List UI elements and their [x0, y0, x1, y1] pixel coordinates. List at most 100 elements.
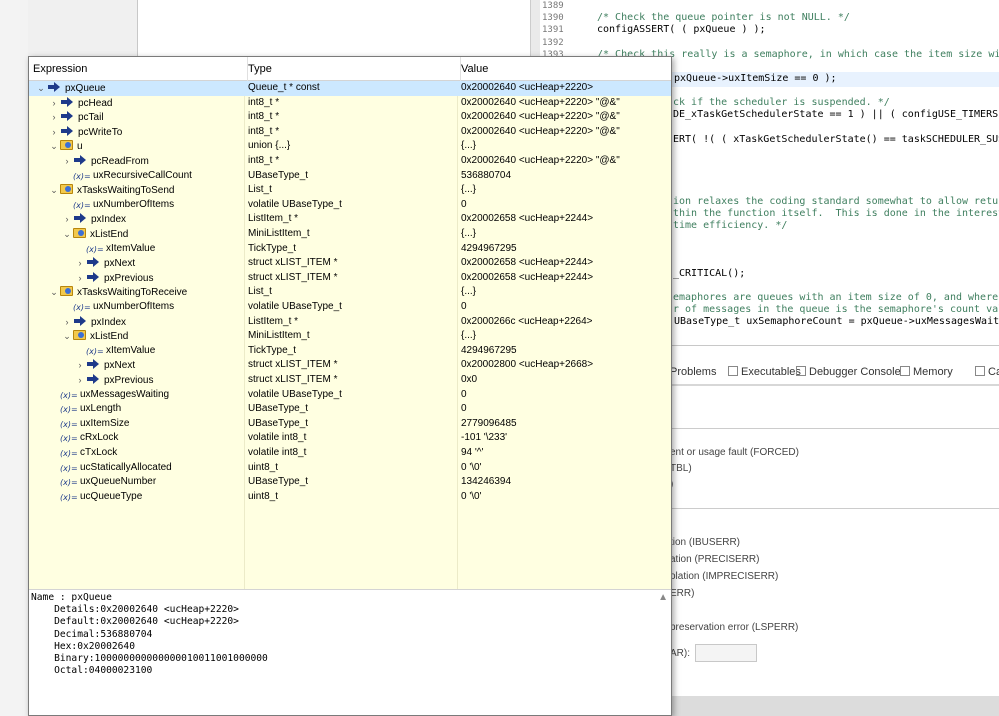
- chevron-down-icon[interactable]: ⌄: [48, 183, 60, 198]
- chevron-down-icon[interactable]: ⌄: [48, 285, 60, 300]
- expression-cell: (x)= cTxLock: [48, 446, 245, 461]
- pane-divider[interactable]: [530, 0, 540, 56]
- tree-row[interactable]: (x)= ucStaticallyAllocated uint8_t 0 '\0': [29, 461, 671, 476]
- expression-cell: (x)= ucStaticallyAllocated: [48, 461, 245, 476]
- tree-row[interactable]: (x)= xItemValue TickType_t 4294967295: [29, 344, 671, 359]
- value-cell[interactable]: 0: [461, 388, 671, 403]
- value-cell[interactable]: 0x2000266c <ucHeap+2264>: [461, 315, 671, 330]
- tree-row[interactable]: › pxPrevious struct xLIST_ITEM * 0x0: [29, 373, 671, 388]
- value-cell[interactable]: 0x20002658 <ucHeap+2244>: [461, 271, 671, 286]
- expression-tree[interactable]: ⌄ pxQueue Queue_t * const 0x20002640 <ucHea…: [29, 81, 671, 589]
- type-cell: struct xLIST_ITEM *: [248, 374, 338, 385]
- chevron-right-icon[interactable]: ›: [61, 154, 73, 169]
- tree-row[interactable]: (x)= uxNumberOfItems volatile UBaseType_t 0: [29, 300, 671, 315]
- value-cell[interactable]: {...}: [461, 139, 671, 154]
- value-cell[interactable]: 0: [461, 300, 671, 315]
- tree-row[interactable]: ⌄ pxQueue Queue_t * const 0x20002640 <ucHea…: [29, 81, 671, 96]
- tree-row[interactable]: ⌄ xTasksWaitingToSend List_t {...}: [29, 183, 671, 198]
- value-cell[interactable]: 4294967295: [461, 344, 671, 359]
- tree-row[interactable]: › pxIndex ListItem_t * 0x20002658 <ucHeap+2…: [29, 212, 671, 227]
- tree-row[interactable]: › pcReadFrom int8_t * 0x20002640 <ucHeap+22…: [29, 154, 671, 169]
- tree-row[interactable]: › pcTail int8_t * 0x20002640 <ucHeap+2220> …: [29, 110, 671, 125]
- value-cell[interactable]: 0: [461, 402, 671, 417]
- value-cell[interactable]: 134246394: [461, 475, 671, 490]
- scroll-up-icon[interactable]: ▲: [658, 592, 668, 603]
- tree-row[interactable]: (x)= cTxLock volatile int8_t 94 '^': [29, 446, 671, 461]
- tree-row[interactable]: › pcWriteTo int8_t * 0x20002640 <ucHeap+222…: [29, 125, 671, 140]
- value-cell[interactable]: {...}: [461, 183, 671, 198]
- chevron-right-icon[interactable]: ›: [48, 96, 60, 111]
- chevron-right-icon[interactable]: ›: [74, 358, 86, 373]
- chevron-right-icon[interactable]: ›: [61, 315, 73, 330]
- chevron-right-icon[interactable]: ›: [61, 212, 73, 227]
- tree-row[interactable]: (x)= uxRecursiveCallCount UBaseType_t 53688…: [29, 169, 671, 184]
- value-cell[interactable]: 0x20002658 <ucHeap+2244>: [461, 212, 671, 227]
- chevron-right-icon[interactable]: ›: [74, 256, 86, 271]
- value-cell[interactable]: 0x20002640 <ucHeap+2220>: [461, 81, 671, 96]
- tree-row[interactable]: (x)= uxNumberOfItems volatile UBaseType_t 0: [29, 198, 671, 213]
- tab-call-h[interactable]: Call H: [975, 366, 999, 378]
- tree-row[interactable]: ⌄ u union {...} {...}: [29, 139, 671, 154]
- value-cell[interactable]: {...}: [461, 329, 671, 344]
- tree-row[interactable]: (x)= uxItemSize UBaseType_t 2779096485: [29, 417, 671, 432]
- chevron-down-icon[interactable]: ⌄: [48, 139, 60, 154]
- chevron-right-icon[interactable]: ›: [74, 373, 86, 388]
- expression-cell: (x)= uxItemSize: [48, 417, 245, 432]
- value-cell[interactable]: 0x20002640 <ucHeap+2220> "@&": [461, 125, 671, 140]
- value-cell[interactable]: 94 '^': [461, 446, 671, 461]
- tree-row[interactable]: ⌄ xListEnd MiniListItem_t {...}: [29, 227, 671, 242]
- chevron-down-icon[interactable]: ⌄: [35, 81, 47, 96]
- value-cell[interactable]: 2779096485: [461, 417, 671, 432]
- value-cell[interactable]: 0 '\0': [461, 461, 671, 476]
- value-cell[interactable]: 0x0: [461, 373, 671, 388]
- value-cell[interactable]: 4294967295: [461, 242, 671, 257]
- tree-row[interactable]: › pxIndex ListItem_t * 0x2000266c <ucHeap+2…: [29, 315, 671, 330]
- value-cell[interactable]: {...}: [461, 227, 671, 242]
- editor-gutter: 1389 1390 1391 1392 1393: [540, 0, 592, 60]
- tree-row[interactable]: (x)= uxMessagesWaiting volatile UBaseType_…: [29, 388, 671, 403]
- value-cell[interactable]: 0x20002800 <ucHeap+2668>: [461, 358, 671, 373]
- value-cell[interactable]: 0x20002640 <ucHeap+2220> "@&": [461, 110, 671, 125]
- column-expression-header[interactable]: Expression: [29, 57, 248, 81]
- value-cell[interactable]: 0x20002658 <ucHeap+2244>: [461, 256, 671, 271]
- value-cell[interactable]: -101 '\233': [461, 431, 671, 446]
- tree-row[interactable]: › pxNext struct xLIST_ITEM * 0x20002658 <uc…: [29, 256, 671, 271]
- chevron-right-icon[interactable]: ›: [74, 271, 86, 286]
- value-cell[interactable]: 0: [461, 198, 671, 213]
- value-cell[interactable]: {...}: [461, 285, 671, 300]
- tab-memory[interactable]: Memory: [900, 366, 953, 378]
- tab-debugger-console[interactable]: Debugger Console: [796, 366, 901, 378]
- value-cell[interactable]: 0x20002640 <ucHeap+2220> "@&": [461, 154, 671, 169]
- value-cell[interactable]: 0x20002640 <ucHeap+2220> "@&": [461, 96, 671, 111]
- expression-cell: (x)= uxNumberOfItems: [61, 198, 245, 213]
- tree-row[interactable]: (x)= uxQueueNumber UBaseType_t 134246394: [29, 475, 671, 490]
- tree-row[interactable]: (x)= uxLength UBaseType_t 0: [29, 402, 671, 417]
- tree-row[interactable]: (x)= cRxLock volatile int8_t -101 '\233': [29, 431, 671, 446]
- struct-icon: [60, 140, 73, 151]
- value-cell[interactable]: 536880704: [461, 169, 671, 184]
- chevron-down-icon[interactable]: ⌄: [61, 329, 73, 344]
- column-type-header[interactable]: Type: [244, 57, 461, 81]
- details-pane[interactable]: Name : pxQueue Details:0x20002640 <ucHea…: [29, 589, 671, 715]
- column-value-header[interactable]: Value: [457, 57, 671, 81]
- tree-row[interactable]: › pxNext struct xLIST_ITEM * 0x20002800 <uc…: [29, 358, 671, 373]
- details-line: Default:0x20002640 <ucHeap+2220>: [54, 616, 239, 628]
- chevron-down-icon[interactable]: ⌄: [61, 227, 73, 242]
- type-cell: union {...}: [248, 140, 291, 152]
- tree-row[interactable]: ⌄ xTasksWaitingToReceive List_t {...}: [29, 285, 671, 300]
- tab-executables[interactable]: Executables: [728, 366, 801, 378]
- fault-address-field[interactable]: [695, 644, 757, 662]
- tab-problems[interactable]: Problems: [670, 366, 716, 378]
- expression-name: uxRecursiveCallCount: [93, 169, 192, 181]
- expression-popup[interactable]: Expression Type Value ⌄ pxQueue Queue_t * …: [28, 56, 672, 716]
- tree-row[interactable]: › pxPrevious struct xLIST_ITEM * 0x20002658…: [29, 271, 671, 286]
- expression-cell: ⌄ xTasksWaitingToReceive: [48, 285, 245, 300]
- chevron-right-icon[interactable]: ›: [48, 110, 60, 125]
- tree-row[interactable]: › pcHead int8_t * 0x20002640 <ucHeap+2220> …: [29, 96, 671, 111]
- tree-row[interactable]: (x)= xItemValue TickType_t 4294967295: [29, 242, 671, 257]
- value-cell[interactable]: 0 '\0': [461, 490, 671, 505]
- tree-row[interactable]: (x)= ucQueueType uint8_t 0 '\0': [29, 490, 671, 505]
- chevron-right-icon[interactable]: ›: [48, 125, 60, 140]
- variable-icon: (x)=: [60, 434, 78, 444]
- tree-row[interactable]: ⌄ xListEnd MiniListItem_t {...}: [29, 329, 671, 344]
